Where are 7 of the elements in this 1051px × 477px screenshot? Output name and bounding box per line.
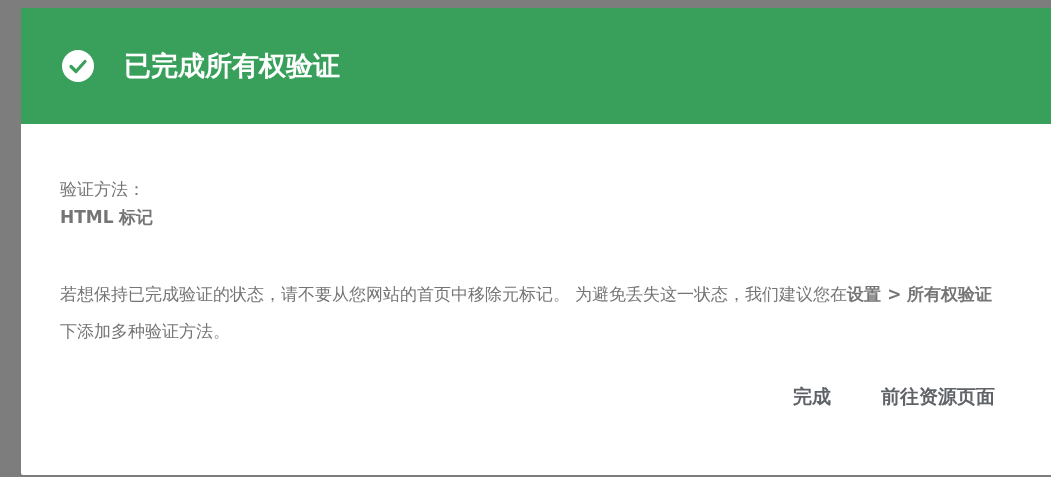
method-label: 验证方法：	[60, 178, 146, 201]
dialog-title: 已完成所有权验证	[124, 49, 340, 83]
method-value: HTML 标记	[60, 206, 155, 229]
message-text: 若想保持已完成验证的状态，请不要从您网站的首页中移除元标记。 为避免丢失这一状态，我们建议您在设置 > 所有权验证下添加多种验证方法。	[60, 283, 994, 343]
dialog-button[interactable]: 完成	[783, 376, 841, 418]
check-circle-icon	[62, 50, 94, 82]
dialog-button[interactable]: 前往资源页面	[871, 376, 1005, 418]
